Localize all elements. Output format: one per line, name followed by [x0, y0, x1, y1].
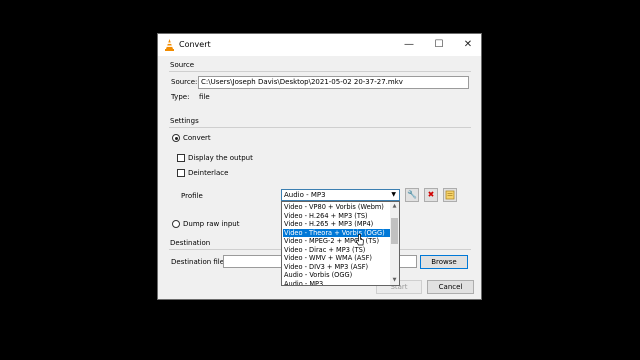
edit-profile-wrench-icon[interactable]: 🔧: [405, 188, 419, 202]
settings-group-label: Settings: [170, 117, 199, 125]
profile-dropdown-list[interactable]: Video - VP80 + Vorbis (Webm) Video - H.26…: [281, 201, 400, 286]
dropdown-scrollbar[interactable]: ▲ ▼: [390, 202, 399, 285]
destination-file-label: Destination file:: [171, 258, 227, 266]
convert-radio[interactable]: [172, 134, 180, 142]
display-output-checkbox[interactable]: [177, 154, 185, 162]
browse-button[interactable]: Browse: [420, 255, 468, 269]
profile-option[interactable]: Audio - Vorbis (OGG): [283, 271, 392, 280]
profile-option[interactable]: Video - MPEG-2 + MPGA (TS): [283, 237, 392, 246]
type-label: Type:: [171, 93, 190, 101]
source-path-field[interactable]: C:\Users\Joseph Davis\Desktop\2021-05-02…: [198, 76, 469, 89]
profile-select[interactable]: Audio - MP3 ▼: [281, 189, 400, 201]
profile-option[interactable]: Audio - MP3: [283, 280, 392, 286]
deinterlace-checkbox[interactable]: [177, 169, 185, 177]
settings-divider: [169, 127, 471, 128]
maximize-icon[interactable]: ☐: [426, 36, 452, 54]
profile-option[interactable]: Video - DIV3 + MP3 (ASF): [283, 263, 392, 272]
profile-option[interactable]: Video - H.265 + MP3 (MP4): [283, 220, 392, 229]
profile-label: Profile: [181, 192, 203, 200]
type-value: file: [199, 93, 210, 101]
source-group-label: Source: [170, 61, 195, 69]
display-output-label: Display the output: [188, 154, 253, 162]
minimize-icon[interactable]: —: [396, 36, 422, 54]
profile-option[interactable]: Video - H.264 + MP3 (TS): [283, 212, 392, 221]
scroll-down-icon[interactable]: ▼: [390, 276, 399, 285]
delete-profile-icon[interactable]: ✖: [424, 188, 438, 202]
profile-option[interactable]: Video - Theora + Vorbis (OGG): [283, 228, 392, 237]
mouse-cursor-icon: [355, 234, 364, 246]
convert-label: Convert: [183, 134, 211, 142]
chevron-down-icon: ▼: [391, 191, 396, 198]
destination-group-label: Destination: [170, 239, 211, 247]
title-bar: Convert — ☐ ✕: [158, 34, 481, 56]
profile-option[interactable]: Video - VP80 + Vorbis (Webm): [283, 203, 392, 212]
close-icon[interactable]: ✕: [455, 36, 481, 54]
deinterlace-label: Deinterlace: [188, 169, 229, 177]
dump-raw-label: Dump raw input: [183, 220, 240, 228]
dump-raw-radio[interactable]: [172, 220, 180, 228]
window-title: Convert: [179, 40, 211, 49]
source-divider: [169, 71, 471, 72]
new-profile-icon[interactable]: [443, 188, 457, 202]
scroll-thumb[interactable]: [391, 218, 398, 244]
profile-selected-value: Audio - MP3: [284, 191, 326, 199]
source-label: Source:: [171, 78, 198, 86]
vlc-cone-icon: [165, 39, 174, 51]
scroll-up-icon[interactable]: ▲: [390, 202, 399, 211]
profile-option[interactable]: Video - Dirac + MP3 (TS): [283, 246, 392, 255]
profile-option[interactable]: Video - WMV + WMA (ASF): [283, 254, 392, 263]
cancel-button[interactable]: Cancel: [427, 280, 474, 294]
